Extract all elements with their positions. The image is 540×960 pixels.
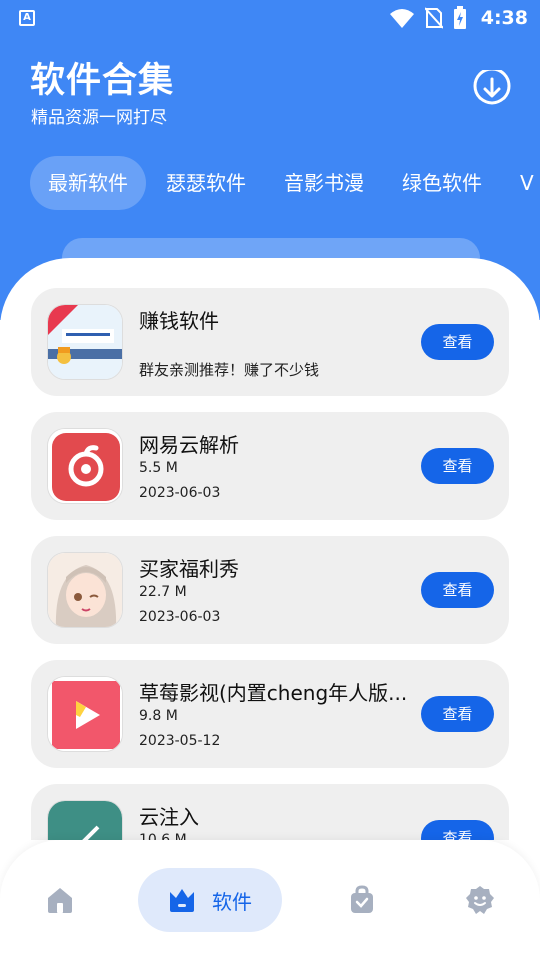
list-item[interactable]: 赚钱软件 群友亲测推荐！赚了不少钱 查看 [31,288,509,396]
nav-shop[interactable] [340,868,384,932]
page-title: 软件合集 [30,61,175,101]
app-icon-netease [47,428,123,504]
view-button[interactable]: 查看 [421,572,494,608]
tab-media[interactable]: 音影书漫 [266,156,382,210]
nav-software[interactable]: 软件 [138,868,282,932]
nav-home[interactable] [38,868,82,932]
app-size: 22.7 M [139,584,187,600]
no-sim-icon [424,7,443,29]
app-name: 买家福利秀 [139,557,239,581]
tab-green[interactable]: 绿色软件 [384,156,500,210]
list-item[interactable]: 网易云解析 5.5 M 2023-06-03 查看 [31,412,509,520]
shopping-bag-icon [351,885,373,913]
app-size: 9.8 M [139,708,178,724]
app-description: 群友亲测推荐！赚了不少钱 [139,361,320,379]
nav-software-label: 软件 [212,889,252,914]
app-icon-money [47,304,123,380]
tab-adult[interactable]: 瑟瑟软件 [148,156,264,210]
category-tabs: 最新软件 瑟瑟软件 音影书漫 绿色软件 V [30,156,540,210]
app-size: 5.5 M [139,460,178,476]
bottom-navigation: 软件 [0,840,540,960]
view-button[interactable]: 查看 [421,324,494,360]
app-name: 赚钱软件 [139,309,219,333]
app-name: 网易云解析 [139,433,239,457]
view-button[interactable]: 查看 [421,696,494,732]
list-item[interactable]: 云注入 10.6 M 查看 [31,784,509,840]
view-button[interactable]: 查看 [421,820,494,840]
app-notification-icon: A [19,10,35,26]
app-date: 2023-05-12 [139,733,221,749]
battery-charging-icon [453,6,466,29]
wifi-icon [389,9,414,28]
app-name: 草莓影视(内置cheng年人版... [139,681,408,705]
app-icon-strawberry-video [47,676,123,752]
app-icon-cloud-inject [47,800,123,840]
list-item[interactable]: 买家福利秀 22.7 M 2023-06-03 查看 [31,536,509,644]
download-icon[interactable] [472,70,512,110]
app-name: 云注入 [139,805,199,829]
clock: 4:38 [480,7,528,29]
app-date: 2023-06-03 [139,485,221,501]
tab-more[interactable]: V [502,156,540,210]
app-date: 2023-06-03 [139,609,221,625]
tab-latest[interactable]: 最新软件 [30,156,146,210]
home-icon [48,888,72,913]
settings-face-icon [466,886,494,914]
app-size: 10.6 M [139,832,187,840]
status-bar: A 4:38 [0,0,540,36]
crown-icon [170,889,194,912]
nav-profile[interactable] [458,868,502,932]
app-list: 赚钱软件 群友亲测推荐！赚了不少钱 查看 网易云解析 5.5 M 2023-06… [0,288,540,840]
view-button[interactable]: 查看 [421,448,494,484]
app-icon-anime-girl [47,552,123,628]
page-subtitle: 精品资源一网打尽 [31,108,167,128]
list-item[interactable]: 草莓影视(内置cheng年人版... 9.8 M 2023-05-12 查看 [31,660,509,768]
